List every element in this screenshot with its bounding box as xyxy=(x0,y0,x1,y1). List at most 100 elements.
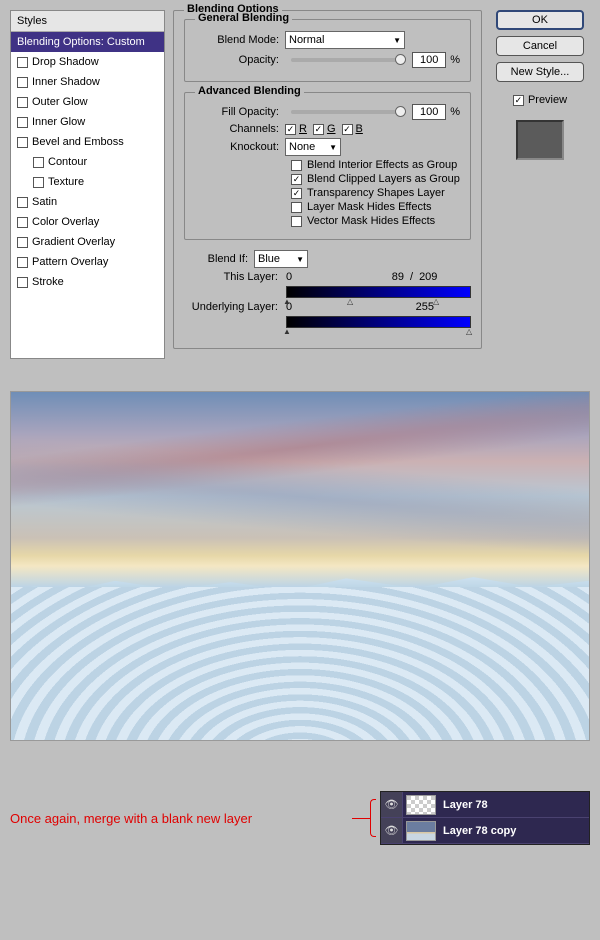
opacity-input[interactable]: 100 xyxy=(412,52,446,68)
opacity-slider[interactable] xyxy=(291,58,406,62)
knockout-label: Knockout: xyxy=(195,141,285,153)
layer-name: Layer 78 copy xyxy=(439,825,589,837)
style-item-checkbox[interactable] xyxy=(17,77,28,88)
style-item-label: Drop Shadow xyxy=(32,56,99,68)
style-item-checkbox[interactable] xyxy=(17,257,28,268)
style-item-label: Stroke xyxy=(32,276,64,288)
style-item-label: Pattern Overlay xyxy=(32,256,108,268)
opacity-label: Opacity: xyxy=(195,54,285,66)
adv-check-label: Vector Mask Hides Effects xyxy=(307,215,435,227)
styles-panel: Styles Blending Options: Custom Drop Shad… xyxy=(10,10,165,359)
fill-opacity-input[interactable]: 100 xyxy=(412,104,446,120)
adv-check-blend-clipped-layers-as-group[interactable]: ✓ Blend Clipped Layers as Group xyxy=(291,173,460,185)
knockout-select[interactable]: None ▼ xyxy=(285,138,341,156)
style-item-contour[interactable]: Contour xyxy=(11,152,164,172)
adv-check-blend-interior-effects-as-group[interactable]: Blend Interior Effects as Group xyxy=(291,159,460,171)
layer-thumbnail xyxy=(406,821,436,841)
checkbox-icon xyxy=(291,216,302,227)
blending-options-main: Blending Options General Blending Blend … xyxy=(165,10,490,359)
adv-check-transparency-shapes-layer[interactable]: ✓Transparency Shapes Layer xyxy=(291,187,460,199)
checkbox-icon: ✓ xyxy=(291,174,302,185)
adv-check-vector-mask-hides-effects[interactable]: Vector Mask Hides Effects xyxy=(291,215,460,227)
general-blending-title: General Blending xyxy=(195,12,292,24)
this-layer-low: 0 xyxy=(286,271,314,283)
new-style-button[interactable]: New Style... xyxy=(496,62,584,82)
style-item-checkbox[interactable] xyxy=(17,237,28,248)
style-item-texture[interactable]: Texture xyxy=(11,172,164,192)
cancel-button[interactable]: Cancel xyxy=(496,36,584,56)
style-item-checkbox[interactable] xyxy=(33,157,44,168)
style-item-checkbox[interactable] xyxy=(17,117,28,128)
this-layer-high: 209 xyxy=(419,271,437,283)
style-item-checkbox[interactable] xyxy=(17,57,28,68)
style-item-inner-glow[interactable]: Inner Glow xyxy=(11,112,164,132)
style-item-checkbox[interactable] xyxy=(17,217,28,228)
adv-check-label: Transparency Shapes Layer xyxy=(307,187,445,199)
style-item-gradient-overlay[interactable]: Gradient Overlay xyxy=(11,232,164,252)
layer-name: Layer 78 xyxy=(439,799,589,811)
adv-check-label: Blend Clipped Layers as Group xyxy=(307,173,460,185)
underlying-high: 255 xyxy=(314,301,434,313)
style-item-label: Blending Options: Custom xyxy=(17,36,145,48)
style-item-color-overlay[interactable]: Color Overlay xyxy=(11,212,164,232)
layer-style-dialog: Styles Blending Options: Custom Drop Shad… xyxy=(0,0,600,377)
style-item-label: Inner Glow xyxy=(32,116,85,128)
adv-check-layer-mask-hides-effects[interactable]: Layer Mask Hides Effects xyxy=(291,201,460,213)
style-item-checkbox[interactable] xyxy=(33,177,44,188)
blend-mode-select[interactable]: Normal ▼ xyxy=(285,31,405,49)
style-item-checkbox[interactable] xyxy=(17,137,28,148)
style-item-blending-options-custom[interactable]: Blending Options: Custom xyxy=(11,32,164,52)
annotation-text: Once again, merge with a blank new layer xyxy=(10,811,352,826)
style-item-checkbox[interactable] xyxy=(17,277,28,288)
style-item-checkbox[interactable] xyxy=(17,197,28,208)
layer-row[interactable]: 👁 Layer 78 copy xyxy=(381,818,589,844)
style-item-label: Inner Shadow xyxy=(32,76,100,88)
layer-thumbnail xyxy=(406,795,436,815)
annotation-row: Once again, merge with a blank new layer… xyxy=(10,791,590,845)
channel-b[interactable]: ✓B xyxy=(342,123,363,135)
style-item-stroke[interactable]: Stroke xyxy=(11,272,164,292)
underlying-gradient[interactable] xyxy=(286,316,471,328)
blend-if-group: Blend If: Blue ▼ This Layer: 0 89 / 209 xyxy=(184,250,471,328)
advanced-blending-group: Advanced Blending Fill Opacity: 100 % Ch… xyxy=(184,92,471,240)
fill-opacity-label: Fill Opacity: xyxy=(195,106,285,118)
styles-header: Styles xyxy=(11,11,164,32)
style-item-label: Outer Glow xyxy=(32,96,88,108)
layers-panel: 👁 Layer 78 👁 Layer 78 copy xyxy=(380,791,590,845)
checkbox-icon xyxy=(291,202,302,213)
advanced-blending-title: Advanced Blending xyxy=(195,85,304,97)
knockout-value: None xyxy=(289,141,315,153)
ok-button[interactable]: OK xyxy=(496,10,584,30)
channel-r[interactable]: ✓R xyxy=(285,123,307,135)
blend-mode-label: Blend Mode: xyxy=(195,34,285,46)
this-layer-gradient[interactable] xyxy=(286,286,471,298)
this-layer-label: This Layer: xyxy=(184,271,286,283)
blend-if-value: Blue xyxy=(258,253,280,265)
chevron-down-icon: ▼ xyxy=(325,143,337,152)
channel-g[interactable]: ✓G xyxy=(313,123,336,135)
preview-checkbox[interactable]: ✓Preview xyxy=(513,94,567,106)
underlying-label: Underlying Layer: xyxy=(184,301,286,313)
style-item-label: Satin xyxy=(32,196,57,208)
style-item-outer-glow[interactable]: Outer Glow xyxy=(11,92,164,112)
opacity-unit: % xyxy=(446,54,460,66)
style-item-checkbox[interactable] xyxy=(17,97,28,108)
style-item-label: Color Overlay xyxy=(32,216,99,228)
style-item-label: Contour xyxy=(48,156,87,168)
style-item-pattern-overlay[interactable]: Pattern Overlay xyxy=(11,252,164,272)
general-blending-group: General Blending Blend Mode: Normal ▼ Op… xyxy=(184,19,471,82)
fill-opacity-slider[interactable] xyxy=(291,110,406,114)
style-item-inner-shadow[interactable]: Inner Shadow xyxy=(11,72,164,92)
blend-mode-value: Normal xyxy=(289,34,324,46)
style-item-bevel-and-emboss[interactable]: Bevel and Emboss xyxy=(11,132,164,152)
preview-label: Preview xyxy=(528,94,567,106)
eye-icon[interactable]: 👁 xyxy=(381,818,403,843)
preview-swatch xyxy=(516,120,564,160)
eye-icon[interactable]: 👁 xyxy=(381,792,403,817)
style-item-label: Gradient Overlay xyxy=(32,236,115,248)
adv-check-label: Blend Interior Effects as Group xyxy=(307,159,457,171)
style-item-satin[interactable]: Satin xyxy=(11,192,164,212)
style-item-drop-shadow[interactable]: Drop Shadow xyxy=(11,52,164,72)
blend-if-select[interactable]: Blue ▼ xyxy=(254,250,308,268)
layer-row[interactable]: 👁 Layer 78 xyxy=(381,792,589,818)
